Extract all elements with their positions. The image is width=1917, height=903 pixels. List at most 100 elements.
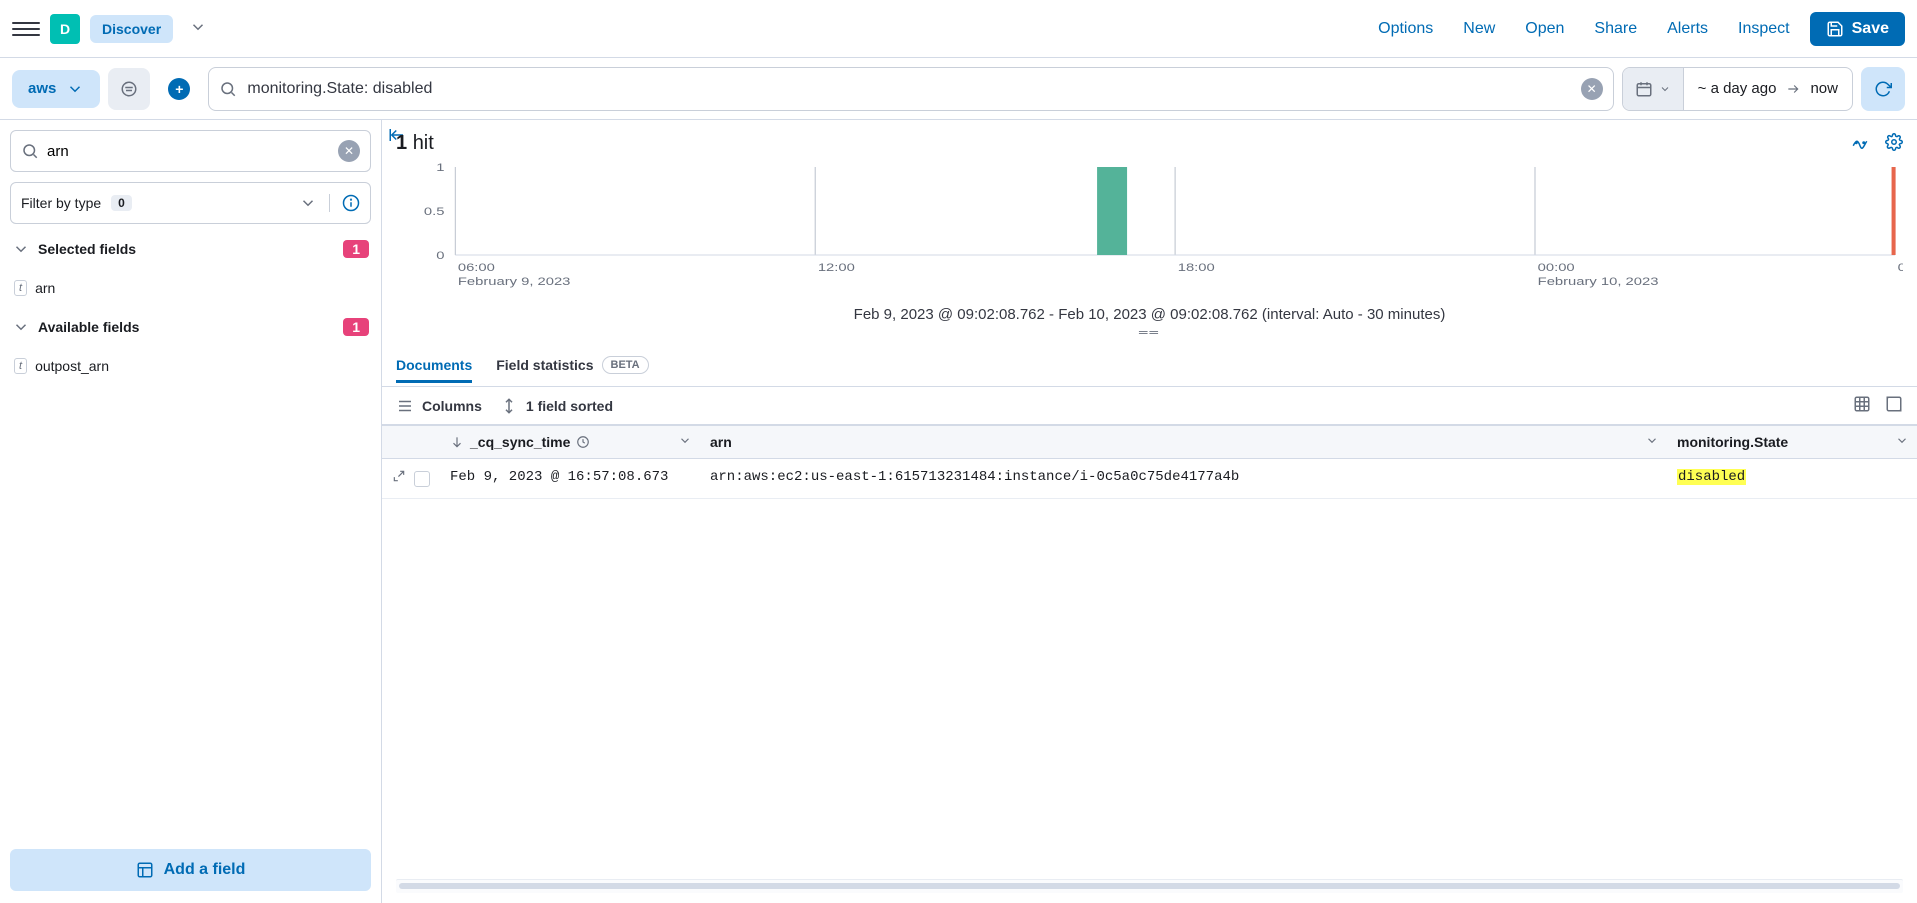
available-fields-label: Available fields [38,319,139,335]
beta-badge: BETA [602,356,649,374]
add-field-button[interactable]: Add a field [10,849,371,891]
clear-query-icon[interactable]: ✕ [1581,78,1603,100]
chart-options-icon[interactable] [1851,133,1869,154]
chevron-down-icon[interactable] [1645,434,1659,451]
cell-arn: arn:aws:ec2:us-east-1:615713231484:insta… [700,459,1667,499]
clock-icon [576,435,590,449]
resize-handle-icon[interactable]: ══ [382,325,1917,343]
column-label: arn [710,434,732,450]
svg-text:0: 0 [436,249,444,262]
hamburger-icon[interactable] [12,15,40,43]
query-input-wrap: ✕ [208,67,1613,111]
nav-new[interactable]: New [1453,14,1505,44]
chevron-down-icon [12,240,30,258]
search-icon [219,80,237,98]
clear-field-search-icon[interactable]: ✕ [338,140,360,162]
selected-fields-header[interactable]: Selected fields 1 [10,234,371,264]
column-header-arn[interactable]: arn [700,426,1667,459]
fullscreen-icon[interactable] [1885,395,1903,416]
refresh-button[interactable] [1861,67,1905,111]
filter-by-type[interactable]: Filter by type 0 [10,182,371,224]
time-range-caption: Feb 9, 2023 @ 09:02:08.762 - Feb 10, 202… [382,302,1917,325]
column-header-state[interactable]: monitoring.State [1667,426,1917,459]
search-icon [21,142,39,160]
save-button[interactable]: Save [1810,12,1905,46]
horizontal-scrollbar[interactable] [396,879,1903,893]
histogram-chart[interactable]: 00.5106:00February 9, 202312:0018:0000:0… [382,159,1917,302]
data-table: _cq_sync_time arn monitoring.State [382,425,1917,499]
svg-text:12:00: 12:00 [818,261,855,274]
query-input[interactable] [247,80,1570,98]
chevron-down-icon [12,318,30,336]
hit-header: 1 hit [382,120,1917,159]
svg-text:06:00: 06:00 [1898,261,1903,274]
svg-text:18:00: 18:00 [1178,261,1215,274]
selected-count-badge: 1 [343,240,369,258]
field-name: arn [35,280,55,296]
svg-text:0.5: 0.5 [424,205,445,218]
chevron-down-icon[interactable] [678,434,692,451]
field-type-token: t [14,280,27,296]
index-name: aws [28,80,56,97]
field-type-token: t [14,358,27,374]
gear-icon[interactable] [1885,133,1903,154]
field-search-input[interactable] [47,143,330,160]
nav-alerts[interactable]: Alerts [1657,14,1718,44]
chevron-down-icon[interactable] [1895,434,1909,451]
info-icon[interactable] [329,194,360,212]
cell-state: disabled [1667,459,1917,499]
field-name: outpost_arn [35,358,109,374]
date-picker[interactable]: ~ a day ago now [1622,67,1853,111]
sidebar: ✕ Filter by type 0 Selected fields 1 t [0,120,382,903]
list-item[interactable]: t outpost_arn [10,352,371,380]
filter-count-badge: 0 [111,195,132,211]
add-filter-button[interactable]: + [158,68,200,110]
column-label: _cq_sync_time [470,434,570,450]
query-bar: aws + ✕ ~ a day ago now [0,58,1917,120]
nav-options[interactable]: Options [1368,14,1443,44]
calendar-icon[interactable] [1623,68,1684,110]
date-from: ~ a day ago [1698,80,1777,97]
svg-text:00:00: 00:00 [1538,261,1575,274]
columns-label: Columns [422,398,482,414]
tab-field-statistics[interactable]: Field statistics BETA [496,346,648,384]
row-checkbox[interactable] [414,471,430,487]
columns-button[interactable]: Columns [396,397,482,415]
tab-field-statistics-label: Field statistics [496,357,593,373]
main-panel: 1 hit 00.5106:00February 9, 202312:0018:… [382,120,1917,903]
svg-text:February 9, 2023: February 9, 2023 [458,275,571,288]
body: ✕ Filter by type 0 Selected fields 1 t [0,120,1917,903]
date-range-text[interactable]: ~ a day ago now [1684,80,1852,97]
filter-by-type-label: Filter by type [21,195,101,211]
table-header-row: _cq_sync_time arn monitoring.State [382,426,1917,459]
selected-fields-label: Selected fields [38,241,136,257]
svg-text:February 10, 2023: February 10, 2023 [1538,275,1659,288]
chevron-down-icon [299,194,317,212]
app-badge[interactable]: D [50,14,80,44]
saved-query-icon[interactable] [108,68,150,110]
available-fields-header[interactable]: Available fields 1 [10,312,371,342]
table-toolbar: Columns 1 field sorted [382,387,1917,425]
index-pattern-selector[interactable]: aws [12,70,100,108]
cell-time: Feb 9, 2023 @ 16:57:08.673 [440,459,700,499]
chevron-down-icon[interactable] [183,14,213,43]
add-field-label: Add a field [164,861,246,879]
save-label: Save [1852,20,1889,38]
column-label: monitoring.State [1677,434,1788,450]
nav-open[interactable]: Open [1515,14,1574,44]
density-icon[interactable] [1853,395,1871,416]
sort-label: 1 field sorted [526,398,613,414]
expand-row-icon[interactable] [392,469,406,488]
sort-button[interactable]: 1 field sorted [500,397,613,415]
list-item[interactable]: t arn [10,274,371,302]
app-name-pill[interactable]: Discover [90,15,173,43]
table-row[interactable]: Feb 9, 2023 @ 16:57:08.673 arn:aws:ec2:u… [382,459,1917,499]
tab-documents[interactable]: Documents [396,347,472,383]
nav-inspect[interactable]: Inspect [1728,14,1800,44]
plus-icon: + [168,78,190,100]
top-nav: D Discover Options New Open Share Alerts… [0,0,1917,58]
date-to: now [1810,80,1838,97]
column-header-time[interactable]: _cq_sync_time [440,426,700,459]
nav-share[interactable]: Share [1584,14,1647,44]
field-search-wrap: ✕ [10,130,371,172]
